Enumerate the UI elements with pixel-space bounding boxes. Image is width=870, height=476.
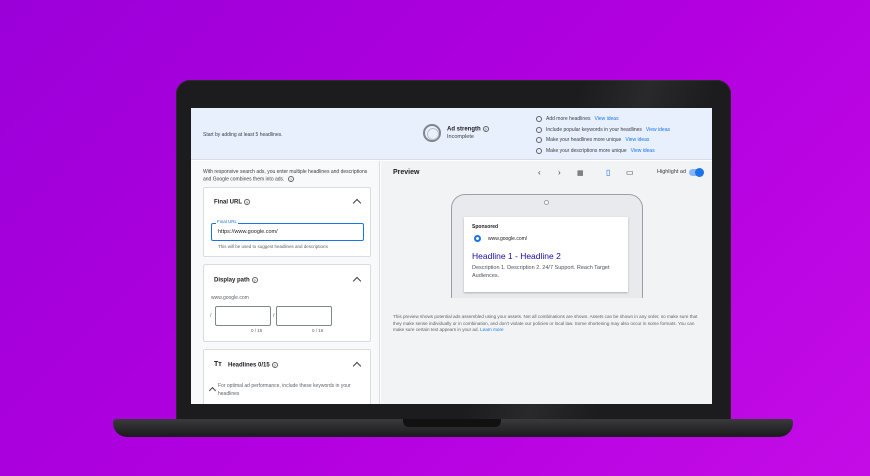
help-icon[interactable]: ?: [271, 362, 278, 368]
chevron-up-icon[interactable]: [208, 386, 217, 395]
desktop-icon[interactable]: ▭: [626, 168, 634, 177]
final-url-input[interactable]: https://www.google.com/: [211, 223, 364, 241]
headlines-card: Tт Headlines 0/15? For optimal ad perfor…: [203, 349, 371, 404]
ad-headline: Headline 1 - Headline 2: [472, 251, 561, 261]
ad-strength-bar: Start by adding at least 5 headlines. Ad…: [191, 108, 712, 160]
ad-strength: Ad strength? Incomplete: [423, 124, 489, 142]
asset-editor-panel: With responsive search ads, you enter mu…: [191, 161, 380, 404]
path-2-counter: 0 / 15: [312, 328, 324, 333]
headline-hint: Start by adding at least 5 headlines.: [203, 132, 283, 138]
final-url-title: Final URL?: [214, 199, 250, 206]
globe-icon: [474, 235, 481, 242]
view-ideas-link[interactable]: View ideas: [625, 137, 649, 143]
chevron-up-icon[interactable]: [352, 198, 362, 208]
final-url-help: This will be used to suggest headlines a…: [218, 244, 328, 249]
help-icon[interactable]: ?: [482, 125, 489, 132]
display-path-domain: www.google.com: [211, 295, 249, 301]
chevron-left-icon[interactable]: ‹: [538, 168, 541, 177]
radio-icon: [536, 147, 542, 154]
ad-strength-status: Incomplete: [447, 134, 474, 141]
radio-icon: [536, 116, 542, 123]
path-slash: /: [210, 313, 212, 319]
ad-strength-title: Ad strength?: [447, 125, 489, 133]
headlines-title: Headlines 0/15?: [228, 362, 278, 369]
suggestion-item: Make your headlines more unique View idea…: [536, 135, 670, 146]
display-path-title: Display path?: [214, 277, 258, 284]
headlines-tip: For optimal ad performance, include thes…: [218, 383, 351, 397]
learn-more-link[interactable]: Learn more: [480, 327, 504, 332]
laptop-screen: Start by adding at least 5 headlines. Ad…: [191, 108, 712, 404]
phone-preview: Sponsored www.google.com/ Headline 1 - H…: [451, 194, 643, 298]
preview-title: Preview: [393, 169, 420, 176]
chevron-up-icon[interactable]: [352, 361, 362, 371]
radio-icon: [536, 137, 542, 144]
suggestion-item: Add more headlines View ideas: [536, 114, 670, 125]
view-ideas-link[interactable]: View ideas: [594, 116, 618, 122]
mobile-icon[interactable]: ▯: [606, 168, 610, 177]
chevron-right-icon[interactable]: ›: [558, 168, 561, 177]
radio-icon: [536, 126, 542, 133]
sponsored-label: Sponsored: [472, 224, 499, 230]
highlight-ad-label: Highlight ad: [657, 169, 687, 175]
suggestion-item: Make your descriptions more unique View i…: [536, 146, 670, 157]
intro-text: With responsive search ads, you enter mu…: [203, 169, 368, 183]
suggestion-item: Include popular keywords in your headlin…: [536, 125, 670, 136]
final-url-label: Final URL: [216, 219, 239, 224]
path-1-input[interactable]: [215, 306, 271, 326]
view-ideas-link[interactable]: View ideas: [631, 148, 655, 154]
preview-panel: Preview ‹ › ▦ ▯ ▭ Highlight ad Sponsored…: [381, 161, 712, 404]
path-1-counter: 0 / 15: [251, 328, 263, 333]
laptop-notch: [403, 419, 501, 427]
chevron-up-icon[interactable]: [352, 276, 362, 286]
path-2-input[interactable]: [276, 306, 332, 326]
help-icon[interactable]: ?: [244, 199, 250, 205]
ad-description: Description 1. Description 2. 24/7 Suppo…: [472, 265, 610, 279]
camera-icon: [544, 200, 549, 205]
help-icon[interactable]: ?: [287, 176, 294, 182]
grid-view-icon[interactable]: ▦: [577, 169, 584, 177]
text-size-icon: Tт: [214, 361, 222, 368]
final-url-card: Final URL? https://www.google.com/ Final…: [203, 187, 371, 257]
display-path-card: Display path? www.google.com / / 0 / 15 …: [203, 264, 371, 342]
ad-display-url: www.google.com/: [488, 236, 528, 242]
suggestion-list: Add more headlines View ideas Include pop…: [536, 114, 670, 156]
view-ideas-link[interactable]: View ideas: [646, 127, 670, 133]
strength-ring-icon: [423, 124, 441, 142]
highlight-ad-toggle[interactable]: [689, 168, 704, 177]
help-icon[interactable]: ?: [251, 277, 258, 283]
preview-disclaimer: This preview shows potential ads assembl…: [393, 314, 698, 332]
path-slash: /: [273, 313, 275, 319]
ad-preview-card: Sponsored www.google.com/ Headline 1 - H…: [464, 217, 628, 292]
